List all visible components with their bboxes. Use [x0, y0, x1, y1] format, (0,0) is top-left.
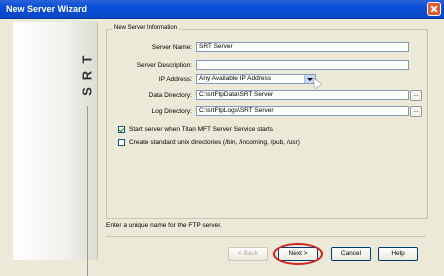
close-button[interactable]: [427, 2, 441, 16]
brand-letter-s: S: [79, 87, 95, 96]
data-directory-field[interactable]: C:\srtFtpData\SRT Server: [196, 90, 409, 100]
cancel-button[interactable]: Cancel: [331, 247, 371, 261]
wizard-banner: T R S: [13, 22, 98, 276]
highlight-ring: [273, 243, 323, 265]
window-title: New Server Wizard: [6, 4, 87, 14]
hint-text: Enter a unique name for the FTP server.: [106, 222, 222, 229]
back-button[interactable]: < Back: [228, 247, 268, 261]
title-bar: New Server Wizard: [0, 0, 444, 19]
ip-address-value: Any Available IP Address: [199, 75, 272, 82]
log-directory-field[interactable]: C:\srtFtpLogs\SRT Server: [196, 106, 409, 116]
log-directory-browse-button[interactable]: ...: [410, 106, 422, 117]
ip-address-select[interactable]: Any Available IP Address: [196, 74, 316, 84]
group-legend: New Server Information: [112, 25, 180, 31]
data-directory-label: Data Directory:: [148, 92, 192, 99]
ip-address-label: IP Address:: [158, 76, 192, 83]
footer-divider: [106, 236, 426, 237]
server-description-field[interactable]: [196, 60, 409, 70]
server-name-label: Server Name:: [151, 44, 192, 51]
unix-dirs-label: Create standard unix directories (/bin, …: [129, 139, 300, 146]
start-service-checkbox[interactable]: [118, 126, 125, 133]
help-button[interactable]: Help: [378, 247, 418, 261]
data-directory-browse-button[interactable]: ...: [410, 90, 422, 101]
brand-logo: T R S: [77, 52, 97, 104]
server-description-label: Server Description:: [136, 62, 192, 69]
brand-divider: [87, 106, 88, 276]
server-name-field[interactable]: SRT Server: [196, 42, 409, 52]
log-directory-label: Log Directory:: [151, 108, 192, 115]
server-info-group: [106, 29, 428, 219]
unix-dirs-checkbox[interactable]: [118, 139, 125, 146]
start-service-label: Start server when Titan MFT Server Servi…: [129, 126, 274, 133]
